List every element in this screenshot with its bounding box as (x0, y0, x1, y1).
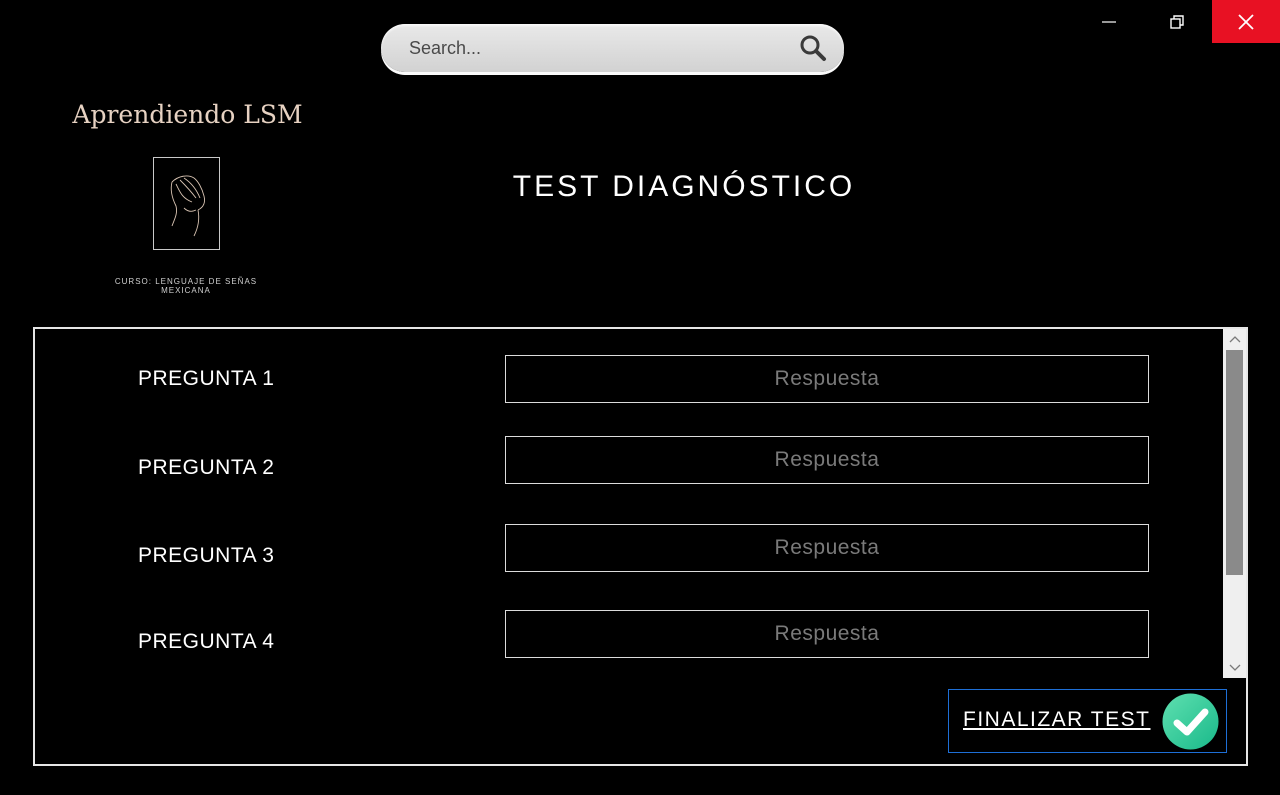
question-label-2: PREGUNTA 2 (138, 456, 275, 479)
course-caption: CURSO: LENGUAJE DE SEÑAS MEXICANA (96, 277, 276, 295)
answer-input-3[interactable] (505, 524, 1149, 572)
search-bar (381, 24, 844, 72)
hand-sign-logo (153, 157, 220, 250)
answer-input-1[interactable] (505, 355, 1149, 403)
answer-input-2[interactable] (505, 436, 1149, 484)
close-icon (1238, 13, 1254, 30)
minimize-icon (1102, 20, 1116, 23)
check-circle-icon (1162, 693, 1219, 750)
hand-logo-icon (170, 175, 205, 237)
minimize-button[interactable] (1076, 0, 1142, 43)
test-panel: PREGUNTA 1 PREGUNTA 2 PREGUNTA 3 PREGUNT… (33, 327, 1248, 766)
restore-button[interactable] (1144, 0, 1210, 43)
brand-title: Aprendiendo LSM (72, 100, 303, 129)
close-button[interactable] (1212, 0, 1280, 43)
chevron-up-icon (1229, 336, 1240, 343)
scroll-thumb[interactable] (1226, 350, 1243, 575)
scroll-down-button[interactable] (1223, 658, 1246, 678)
course-line-2: MEXICANA (161, 286, 211, 295)
question-label-4: PREGUNTA 4 (138, 630, 275, 653)
finish-test-label: FINALIZAR TEST (963, 708, 1151, 731)
question-label-3: PREGUNTA 3 (138, 544, 275, 567)
finish-test-button[interactable]: FINALIZAR TEST (948, 689, 1227, 753)
restore-icon (1170, 14, 1184, 29)
question-label-1: PREGUNTA 1 (138, 367, 275, 390)
course-line-1: CURSO: LENGUAJE DE SEÑAS (114, 277, 258, 286)
chevron-down-icon (1229, 664, 1240, 671)
vertical-scrollbar[interactable] (1223, 329, 1246, 678)
answer-input-4[interactable] (505, 610, 1149, 658)
search-input[interactable] (409, 32, 789, 64)
search-icon[interactable] (798, 34, 828, 62)
scroll-up-button[interactable] (1223, 329, 1246, 349)
page-title: TEST DIAGNÓSTICO (512, 170, 856, 203)
